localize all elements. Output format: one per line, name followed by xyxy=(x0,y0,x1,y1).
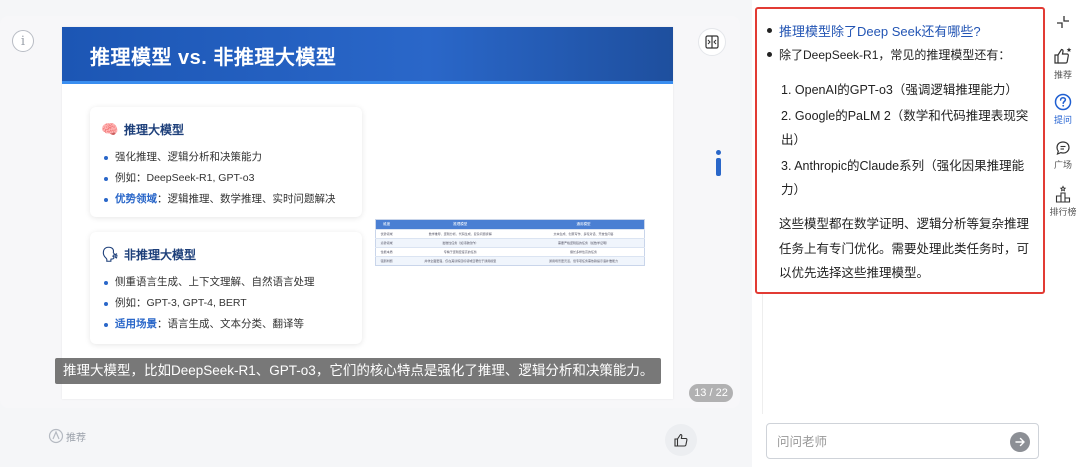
divider xyxy=(762,294,763,414)
card-reasoning-models: 🧠 推理大模型 强化推理、逻辑分析和决策能力 例如：DeepSeek-R1, G… xyxy=(90,107,362,217)
info-icon[interactable]: i xyxy=(12,30,34,52)
ask-teacher-field[interactable] xyxy=(766,423,1039,459)
slide-title: 推理模型 vs. 非推理大模型 xyxy=(90,47,337,69)
card-non-reasoning-models: 🗣 非推理大模型 侧重语言生成、上下文理解、自然语言处理 例如：GPT-3, G… xyxy=(90,232,362,344)
thumbs-up-star-icon xyxy=(1054,47,1072,64)
video-subtitle: 推理大模型，比如DeepSeek-R1、GPT-o3，它们的核心特点是强化了推理… xyxy=(55,358,662,384)
card-title: 🗣 非推理大模型 xyxy=(101,246,197,263)
toolbar-item-recommend[interactable]: 推荐 xyxy=(1046,46,1080,81)
podium-icon xyxy=(1055,185,1071,203)
bullet-list: 强化推理、逻辑分析和决策能力 例如：DeepSeek-R1, GPT-o3 优势… xyxy=(104,147,336,210)
toolbar-item-ranking[interactable]: 排行榜 xyxy=(1046,185,1080,218)
answer-intro-text: 除了DeepSeek-R1，常见的推理模型还有： xyxy=(779,48,1011,62)
thumbs-up-icon xyxy=(674,433,688,447)
table-row: 劣势领域 发散性任务（如诗歌创作） 需要严格逻辑链的任务（如数学证明） xyxy=(375,238,645,248)
brain-icon: 🧠 xyxy=(101,121,119,137)
slide: 推理模型 vs. 非推理大模型 🧠 推理大模型 强化推理、逻辑分析和决策能力 例… xyxy=(62,27,673,399)
bullet-list: 侧重语言生成、上下文理解、自然语言处理 例如：GPT-3, GPT-4, BER… xyxy=(104,272,315,335)
list-item: 3. Anthropic的Claude系列（强化因果推理能力） xyxy=(781,158,1025,198)
info-marker-icon[interactable] xyxy=(714,150,722,178)
question-text[interactable]: 推理模型除了Deep Seek还有哪些? xyxy=(779,21,981,40)
recommend-logo-icon xyxy=(48,428,64,444)
toolbar-label: 排行榜 xyxy=(1049,207,1077,217)
table-row: 性能本质 专精于逻辑密度高的任务 擅长多样性高的任务 xyxy=(375,247,645,257)
question-line: 推理模型除了Deep Seek还有哪些? xyxy=(767,21,981,40)
comparison-table: 维度 推理模型 通用模型 优势领域 数学推导、逻辑分析、代码生成、复杂问题拆解 文本… xyxy=(375,219,645,266)
toolbar-label: 推荐 xyxy=(1053,70,1072,80)
answer-intro: 除了DeepSeek-R1，常见的推理模型还有： xyxy=(767,46,1010,63)
speaking-head-icon: 🗣 xyxy=(101,246,119,262)
slide-header: 推理模型 vs. 非推理大模型 xyxy=(62,27,673,84)
table-row: 优势领域 数学推导、逻辑分析、代码生成、复杂问题拆解 文本生成、创意写作、多轮对话、… xyxy=(375,229,645,239)
bullet-dot xyxy=(767,52,772,57)
send-button[interactable] xyxy=(1010,432,1030,452)
split-view-button[interactable] xyxy=(698,28,726,56)
like-button[interactable] xyxy=(665,424,697,456)
right-toolbar: 推荐 提问 广场 排行榜 xyxy=(1046,0,1080,467)
bullet-item: 侧重语言生成、上下文理解、自然语言处理 xyxy=(104,272,315,293)
arrow-right-icon xyxy=(1015,437,1025,447)
list-item: 1. OpenAI的GPT-o3（强调逻辑推理能力） xyxy=(781,83,1018,97)
bullet-item: 例如：DeepSeek-R1, GPT-o3 xyxy=(104,168,336,189)
answer-panel: 推理模型除了Deep Seek还有哪些? 除了DeepSeek-R1，常见的推理… xyxy=(755,7,1045,294)
bullet-item: 优势领域 ：逻辑推理、数学推理、实时问题解决 xyxy=(104,189,336,210)
collapse-button[interactable] xyxy=(1046,14,1080,30)
toolbar-label: 广场 xyxy=(1053,160,1072,170)
recommend-logo[interactable]: 推荐 xyxy=(48,428,86,444)
bullet-item: 适用场景 ：语言生成、文本分类、翻译等 xyxy=(104,314,315,335)
table-header: 维度 xyxy=(375,219,398,230)
chat-bubble-icon xyxy=(1056,141,1070,156)
answer-list: 1. OpenAI的GPT-o3（强调逻辑推理能力） 2. Google的PaL… xyxy=(781,78,1037,204)
card-title-text: 推理大模型 xyxy=(124,123,185,137)
table-header: 通用模型 xyxy=(523,219,645,230)
collapse-icon xyxy=(1057,16,1069,28)
toolbar-label: 提问 xyxy=(1053,115,1072,125)
bullet-dot xyxy=(767,28,772,33)
ask-input[interactable] xyxy=(777,432,997,452)
toolbar-item-square[interactable]: 广场 xyxy=(1046,140,1080,171)
card-title: 🧠 推理大模型 xyxy=(101,121,185,138)
card-title-text: 非推理大模型 xyxy=(124,248,197,262)
page-counter: 13 / 22 xyxy=(689,384,733,402)
toolbar-item-ask[interactable]: 提问 xyxy=(1046,93,1080,126)
answer-summary: 这些模型都在数学证明、逻辑分析等复杂推理任务上有专门优化。需要处理此类任务时，可… xyxy=(779,217,1030,280)
question-icon xyxy=(1054,93,1072,111)
course-player: i 推理模型 vs. 非推理大模型 🧠 推理大模型 强化推理、逻辑分析和决策能力… xyxy=(0,0,752,467)
list-item: 2. Google的PaLM 2（数学和代码推理表现突出） xyxy=(781,108,1029,148)
split-view-icon xyxy=(705,35,719,49)
bullet-item: 强化推理、逻辑分析和决策能力 xyxy=(104,147,336,168)
table-row: 强弱判断 并非全面更强，仅在其训练目标领域显著优于通用模型 通用场景更灵活，但专项任… xyxy=(375,256,645,266)
table-header: 推理模型 xyxy=(397,219,524,230)
bullet-item: 例如：GPT-3, GPT-4, BERT xyxy=(104,293,315,314)
recommend-label: 推荐 xyxy=(66,432,86,444)
